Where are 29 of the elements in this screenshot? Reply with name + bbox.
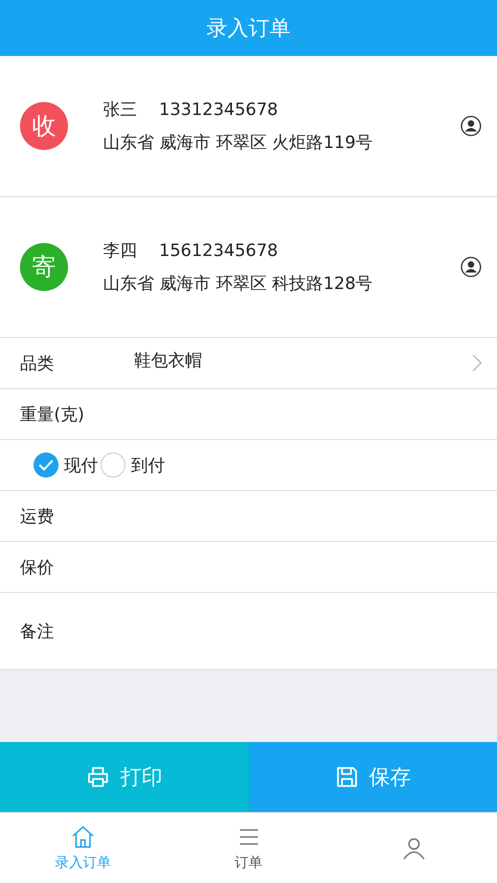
contact-phone: 13312345678 [159, 100, 278, 120]
input-field[interactable]: 保价 [0, 542, 497, 593]
printer-icon [86, 765, 110, 789]
person-icon[interactable] [460, 115, 482, 137]
field-label: 品类 [20, 352, 55, 374]
contact-card[interactable]: 寄 李四 15612345678 山东省 威海市 环翠区 科技路128号 [0, 197, 497, 338]
field-label: 重量(克) [20, 404, 86, 426]
contact-name: 张三 [103, 100, 137, 120]
category-row[interactable]: 品类 鞋包衣帽 [0, 338, 497, 389]
chevron-icon [472, 354, 482, 372]
payment-radio[interactable]: 现付 [33, 452, 98, 478]
contact-address: 山东省 威海市 环翠区 科技路128号 [103, 273, 374, 295]
contact-card[interactable]: 收 张三 13312345678 山东省 威海市 环翠区 火炬路119号 [0, 56, 497, 197]
home-icon [70, 824, 96, 850]
category-value: 鞋包衣帽 [134, 350, 203, 372]
person-icon[interactable] [460, 256, 482, 278]
input-field[interactable]: 重量(克) [0, 389, 497, 440]
contact-badge: 收 [20, 102, 68, 150]
contact-address: 山东省 威海市 环翠区 火炬路119号 [103, 132, 374, 154]
contact-phone: 15612345678 [159, 241, 278, 261]
page-title: 录入订单 [206, 15, 290, 42]
tab[interactable]: 订单 [166, 813, 332, 883]
field-label: 保价 [20, 556, 55, 578]
field-label: 运费 [20, 506, 55, 528]
payment-radio[interactable]: 到付 [100, 452, 165, 478]
contact-badge: 寄 [20, 243, 68, 291]
contact-name: 李四 [103, 241, 137, 261]
field-label: 备注 [20, 620, 55, 642]
input-field[interactable]: 运费 [0, 491, 497, 542]
